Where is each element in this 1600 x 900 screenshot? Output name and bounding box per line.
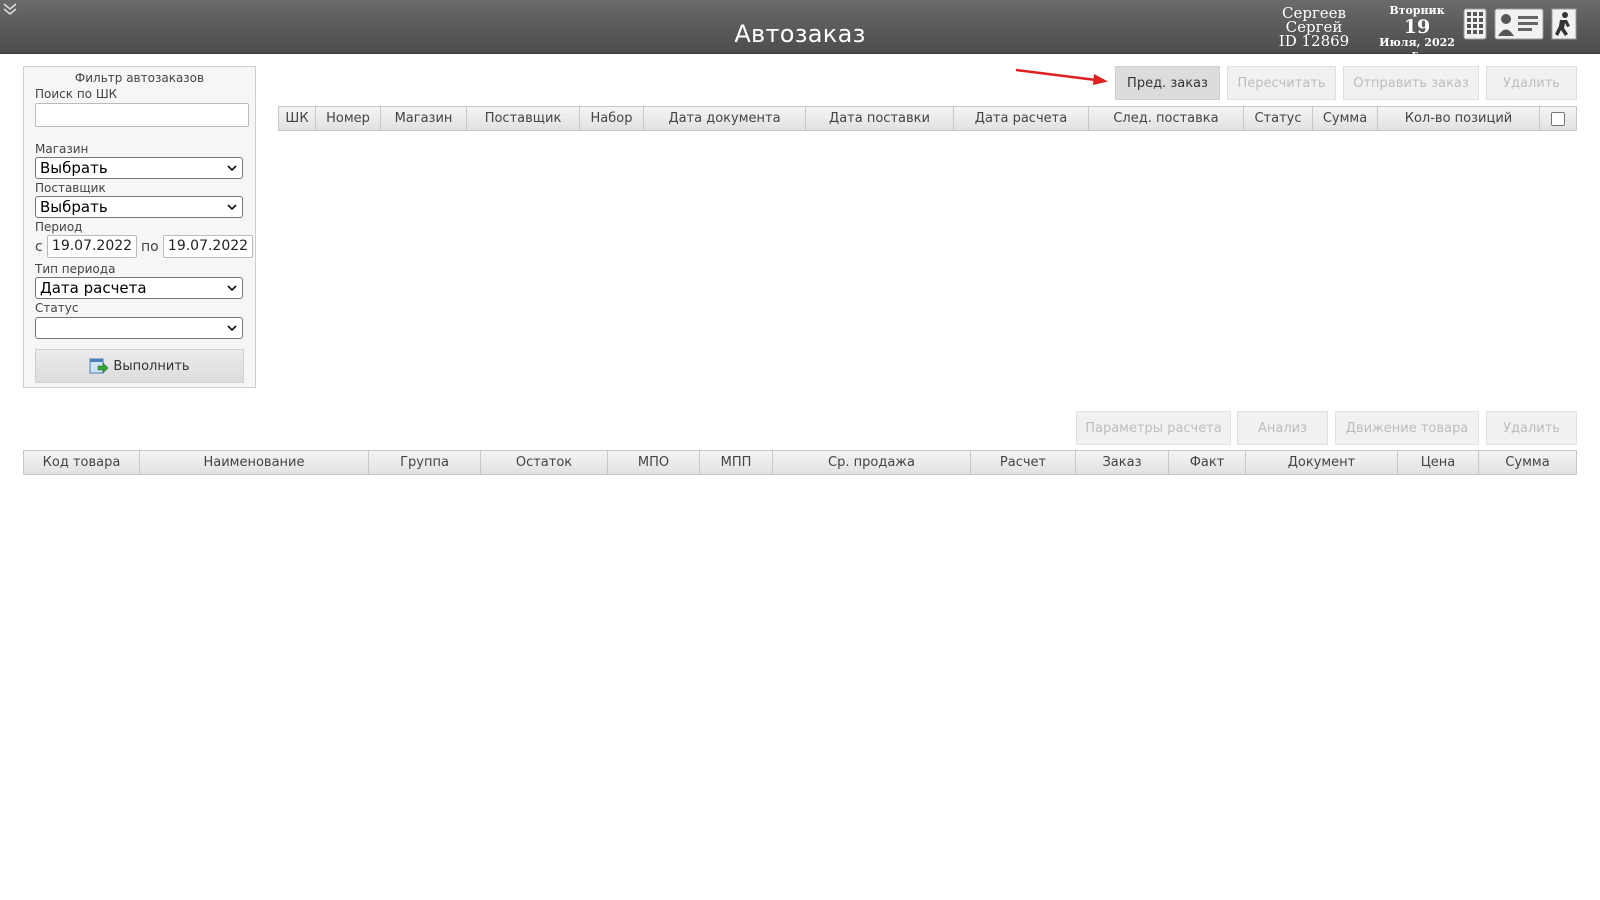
column-header[interactable]: След. поставка	[1089, 107, 1244, 130]
period-from-input[interactable]: 19.07.2022	[47, 235, 137, 258]
prev-order-button[interactable]: Пред. заказ	[1115, 66, 1220, 100]
chevron-down-icon	[227, 204, 237, 211]
store-label: Магазин	[35, 142, 89, 156]
filter-panel: Фильтр автозаказов Поиск по ШК Магазин В…	[23, 66, 256, 388]
column-header[interactable]: Ср. продажа	[773, 451, 971, 474]
supplier-select[interactable]: Выбрать	[35, 196, 243, 218]
chevron-down-icon	[227, 165, 237, 172]
app-header: Автозаказ Сергеев Сергей ID 12869 Вторни…	[0, 0, 1600, 61]
column-header[interactable]: Дата документа	[644, 107, 806, 130]
recalculate-button[interactable]: Пересчитать	[1227, 66, 1336, 100]
run-icon	[89, 358, 109, 374]
column-header[interactable]: Код товара	[24, 451, 140, 474]
period-label: Период	[35, 220, 83, 234]
exit-icon[interactable]	[1550, 6, 1578, 42]
column-header[interactable]: ШК	[279, 107, 316, 130]
column-header[interactable]: Сумма	[1479, 451, 1576, 474]
column-header[interactable]: Поставщик	[467, 107, 580, 130]
column-header[interactable]: Дата расчета	[954, 107, 1089, 130]
period-from-prefix: с	[35, 239, 43, 255]
period-to-input[interactable]: 19.07.2022	[163, 235, 253, 258]
column-header[interactable]: Наименование	[140, 451, 369, 474]
period-to-prefix: по	[141, 239, 159, 255]
supplier-label: Поставщик	[35, 181, 106, 195]
chevron-down-icon	[227, 325, 237, 332]
select-all-cell	[1540, 107, 1576, 130]
id-card-icon[interactable]	[1494, 6, 1544, 42]
column-header[interactable]: Расчет	[971, 451, 1076, 474]
column-header[interactable]: Цена	[1398, 451, 1479, 474]
items-table-header: Код товара Наименование Группа Остаток М…	[23, 450, 1577, 475]
barcode-label: Поиск по ШК	[35, 87, 118, 101]
calc-params-button[interactable]: Параметры расчета	[1076, 411, 1231, 445]
column-header[interactable]: Номер	[316, 107, 381, 130]
supplier-select-value: Выбрать	[40, 198, 108, 216]
analysis-button[interactable]: Анализ	[1237, 411, 1328, 445]
collapse-chevron-icon[interactable]	[2, 2, 18, 16]
column-header[interactable]: Документ	[1246, 451, 1398, 474]
annotation-arrow-icon	[1015, 68, 1108, 85]
date-widget: Вторник 19 Июля, 2022 г.	[1376, 4, 1458, 61]
column-header[interactable]: МПП	[700, 451, 773, 474]
column-header[interactable]: Сумма	[1313, 107, 1378, 130]
run-button-label: Выполнить	[113, 358, 190, 374]
store-select-value: Выбрать	[40, 159, 108, 177]
period-type-select[interactable]: Дата расчета	[35, 277, 243, 299]
day-number: 19	[1403, 16, 1431, 38]
column-header[interactable]: Остаток	[481, 451, 608, 474]
delete-item-button[interactable]: Удалить	[1486, 411, 1577, 445]
column-header[interactable]: Дата поставки	[806, 107, 954, 130]
column-header[interactable]: МПО	[608, 451, 700, 474]
month-year: Июля, 2022 г.	[1379, 36, 1455, 61]
period-type-label: Тип периода	[35, 262, 116, 276]
orders-table-header: ШК Номер Магазин Поставщик Набор Дата до…	[278, 106, 1577, 131]
user-info: Сергеев Сергей ID 12869	[1254, 4, 1374, 50]
column-header[interactable]: Группа	[369, 451, 481, 474]
calculator-icon[interactable]	[1462, 6, 1488, 42]
goods-movement-button[interactable]: Движение товара	[1335, 411, 1479, 445]
column-header[interactable]: Факт	[1169, 451, 1246, 474]
column-header[interactable]: Кол-во позиций	[1378, 107, 1540, 130]
column-header[interactable]: Набор	[580, 107, 644, 130]
delete-order-button[interactable]: Удалить	[1486, 66, 1577, 100]
send-order-button[interactable]: Отправить заказ	[1343, 66, 1479, 100]
user-id: ID 12869	[1278, 32, 1350, 50]
user-name: Сергеев Сергей	[1281, 4, 1346, 36]
column-header[interactable]: Статус	[1244, 107, 1313, 130]
column-header[interactable]: Заказ	[1076, 451, 1169, 474]
column-header[interactable]: Магазин	[381, 107, 467, 130]
filter-title: Фильтр автозаказов	[74, 71, 205, 85]
chevron-down-icon	[227, 285, 237, 292]
period-type-select-value: Дата расчета	[40, 279, 147, 297]
run-button[interactable]: Выполнить	[35, 349, 244, 383]
store-select[interactable]: Выбрать	[35, 157, 243, 179]
barcode-search-input[interactable]	[35, 103, 249, 127]
status-select[interactable]	[35, 317, 243, 339]
select-all-checkbox[interactable]	[1551, 111, 1565, 126]
status-label: Статус	[35, 301, 79, 315]
